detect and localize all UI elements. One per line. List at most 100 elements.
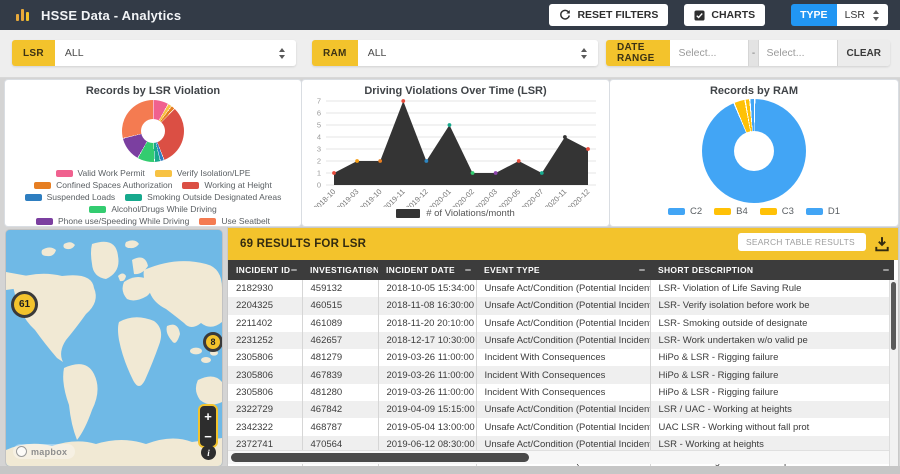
svg-text:2: 2 [317,157,321,166]
sort-indicator-icon[interactable] [883,269,889,271]
world-map[interactable]: 61 8 + − i mapbox [6,230,222,466]
sort-indicator-icon[interactable] [367,269,373,271]
sort-indicator-icon[interactable] [639,269,645,271]
legend-label: Smoking Outside Designated Areas [147,192,281,202]
map-cluster-marker[interactable]: 61 [11,291,38,318]
legend-item[interactable]: Use Seatbelt [199,216,270,226]
table-row[interactable]: 22312524626572018-12-17 10:30:00Unsafe A… [228,332,894,349]
table-cell: 2018-11-20 20:10:00 [378,315,476,332]
table-cell: 467839 [302,366,378,383]
table-cell: 2204325 [228,297,302,314]
charts-toggle-button[interactable]: CHARTS [684,4,765,26]
horizontal-scrollbar-thumb[interactable] [231,453,529,462]
mapbox-logo-icon [16,446,27,457]
legend-item[interactable]: Confined Spaces Authorization [34,180,172,190]
legend-item[interactable]: Verify Isolation/LPE [155,168,251,178]
type-select-group: TYPE LSR [791,4,888,26]
column-header[interactable]: INVESTIGATION ID [302,260,378,280]
legend-swatch [36,218,53,225]
legend-item[interactable]: B4 [714,206,748,217]
table-cell: 462657 [302,332,378,349]
table-row[interactable]: 22114024610892018-11-20 20:10:00Unsafe A… [228,315,894,332]
charts-label: CHARTS [711,9,755,21]
download-icon[interactable] [874,236,890,252]
horizontal-scrollbar[interactable] [228,450,890,464]
mapbox-logo[interactable]: mapbox [13,444,75,459]
table-row[interactable]: 21829304591322018-10-05 15:34:00Unsafe A… [228,280,894,297]
donut-hole [734,131,774,171]
donut-hole [141,119,165,143]
legend-item[interactable]: D1 [806,206,840,217]
legend-swatch [25,194,42,201]
lsr-violation-donut-chart[interactable] [122,100,184,162]
ram-filter-value: ALL [368,47,387,59]
ram-chart-legend: C2 B4 C3 D1 [614,206,894,217]
legend-item[interactable]: Smoking Outside Designated Areas [125,192,281,202]
legend-swatch [125,194,142,201]
ram-chart-card: Records by RAM C2B4C3D1 [609,79,899,227]
lsr-filter-select[interactable]: ALL [55,40,296,66]
table-cell: 459132 [302,280,378,297]
zoom-in-button[interactable]: + [200,406,216,426]
svg-text:2018-10: 2018-10 [312,187,338,207]
sort-indicator-icon[interactable] [465,269,471,271]
legend-item[interactable]: C2 [668,206,702,217]
info-icon[interactable]: i [201,445,216,460]
table-row[interactable]: 23058064812792019-03-26 11:00:00Incident… [228,349,894,366]
table-cell: 2018-12-17 10:30:00 [378,332,476,349]
table-cell: 2211402 [228,315,302,332]
column-header[interactable]: EVENT TYPE [476,260,650,280]
table-cell: HiPo & LSR - Rigging failure [650,349,894,366]
svg-text:2020-03: 2020-03 [473,187,499,207]
map-cluster-marker[interactable]: 8 [203,332,222,352]
svg-text:2020-12: 2020-12 [566,187,592,207]
table-cell: Incident With Consequences [476,349,650,366]
refresh-icon [559,9,571,21]
table-cell: UAC LSR - Working without fall prot [650,418,894,435]
line-chart-legend[interactable]: # of Violations/month [302,208,609,219]
table-cell: 2342322 [228,418,302,435]
legend-item[interactable]: Phone use/Speeding While Driving [36,216,189,226]
zoom-out-button[interactable]: − [200,426,216,446]
clear-date-button[interactable]: CLEAR [837,40,890,66]
legend-swatch [56,170,73,177]
sort-indicator-icon[interactable] [291,269,297,271]
table-cell: 2019-03-26 11:00:00 [378,349,476,366]
ram-filter-select[interactable]: ALL [358,40,598,66]
legend-item[interactable]: Valid Work Permit [56,168,145,178]
column-header[interactable]: INCIDENT DATE [378,260,476,280]
table-row[interactable]: 23058064812802019-03-26 11:00:00Incident… [228,384,894,401]
legend-swatch [199,218,216,225]
legend-swatch [34,182,51,189]
date-end-input[interactable] [759,40,837,66]
table-row[interactable]: 22043254605152018-11-08 16:30:00Unsafe A… [228,297,894,314]
legend-item[interactable]: Suspended Loads [25,192,116,202]
table-row[interactable]: 23227294678422019-04-09 15:15:00Unsafe A… [228,401,894,418]
search-table-input[interactable] [738,233,866,251]
legend-item[interactable]: Working at Height [182,180,271,190]
table-row[interactable]: 23058064678392019-03-26 11:00:00Incident… [228,366,894,383]
table-cell: LSR- Smoking outside of designate [650,315,894,332]
table-cell: Incident With Consequences [476,366,650,383]
vertical-scrollbar-thumb[interactable] [891,282,896,350]
table-row[interactable]: 23423224687872019-05-04 13:00:00Unsafe A… [228,418,894,435]
table-cell: Unsafe Act/Condition (Potential Incident… [476,332,650,349]
legend-item[interactable]: C3 [760,206,794,217]
legend-swatch [396,209,420,218]
ram-donut-chart[interactable] [702,99,806,203]
violations-area-chart[interactable]: 012345672018-102019-032019-102019-112019… [304,95,606,207]
mapbox-logo-text: mapbox [31,447,67,457]
table-cell: HiPo & LSR - Rigging failure [650,366,894,383]
column-header[interactable]: SHORT DESCRIPTION [650,260,894,280]
legend-item[interactable]: Alcohol/Drugs While Driving [89,204,216,214]
table-cell: Unsafe Act/Condition (Potential Incident… [476,418,650,435]
legend-swatch [182,182,199,189]
date-start-input[interactable] [670,40,748,66]
column-header[interactable]: INCIDENT ID [228,260,302,280]
ram-filter-label: RAM [312,40,358,66]
vertical-scrollbar[interactable] [889,280,898,466]
reset-filters-button[interactable]: RESET FILTERS [549,4,668,26]
legend-label: Use Seatbelt [221,216,270,226]
table-cell: Unsafe Act/Condition (Potential Incident… [476,280,650,297]
type-select[interactable]: LSR [837,4,888,26]
